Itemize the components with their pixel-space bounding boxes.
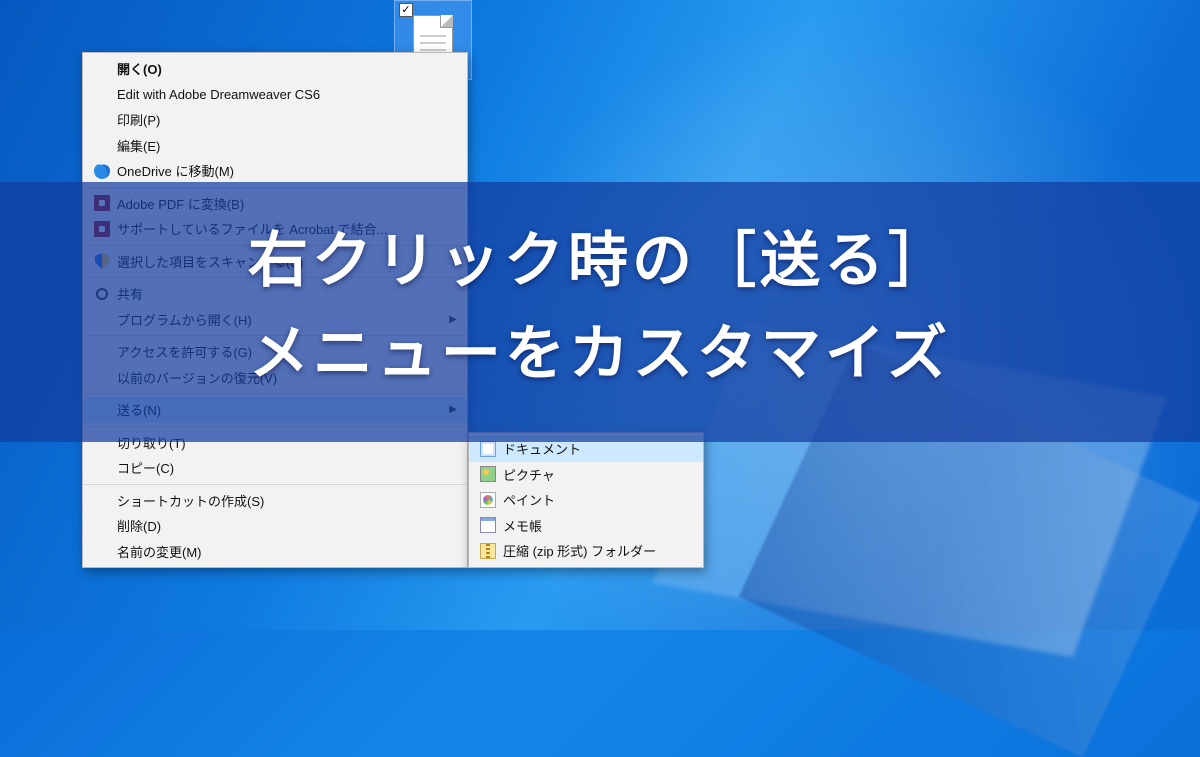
menu-item-label: コピー(C)	[117, 458, 457, 477]
menu-item-label: 印刷(P)	[117, 110, 457, 129]
sendto-item[interactable]: メモ帳	[469, 513, 703, 539]
menu-item[interactable]: 編集(E)	[83, 133, 467, 159]
sendto-item[interactable]: ピクチャ	[469, 462, 703, 488]
menu-item[interactable]: 名前の変更(M)	[83, 539, 467, 565]
selection-checkbox-icon: ✓	[399, 3, 413, 17]
sendto-item-label: メモ帳	[503, 516, 693, 535]
menu-item[interactable]: OneDrive に移動(M)	[83, 158, 467, 184]
overlay-line1: 右クリック時の［送る］	[248, 214, 952, 307]
menu-item-label: OneDrive に移動(M)	[117, 161, 457, 180]
title-overlay: 右クリック時の［送る］ メニューをカスタマイズ	[0, 182, 1200, 442]
menu-item-label: ショートカットの作成(S)	[117, 491, 457, 510]
sendto-item-label: ピクチャ	[503, 465, 693, 484]
sendto-item-label: ペイント	[503, 490, 693, 509]
sendto-item[interactable]: 圧縮 (zip 形式) フォルダー	[469, 538, 703, 564]
overlay-line2: メニューをカスタマイズ	[249, 307, 951, 400]
menu-item[interactable]: 印刷(P)	[83, 107, 467, 133]
menu-item[interactable]: ショートカットの作成(S)	[83, 488, 467, 514]
onedrive-icon	[94, 163, 110, 179]
menu-item-label: 編集(E)	[117, 136, 457, 155]
menu-item[interactable]: 削除(D)	[83, 513, 467, 539]
pic-icon	[480, 466, 496, 482]
menu-item[interactable]: Edit with Adobe Dreamweaver CS6	[83, 82, 467, 108]
paint-icon	[480, 492, 496, 508]
sendto-item[interactable]: ペイント	[469, 487, 703, 513]
menu-item-label: 開く(O)	[117, 59, 457, 78]
doc-icon	[480, 441, 496, 457]
sendto-item-label: ドキュメント	[503, 439, 693, 458]
menu-item[interactable]: 開く(O)	[83, 56, 467, 82]
menu-item-label: 名前の変更(M)	[117, 542, 457, 561]
menu-item-label: 削除(D)	[117, 516, 457, 535]
menu-item-label: Edit with Adobe Dreamweaver CS6	[117, 87, 457, 102]
menu-item[interactable]: コピー(C)	[83, 455, 467, 481]
note-icon	[480, 517, 496, 533]
menu-separator	[84, 484, 466, 485]
zip-icon	[480, 543, 496, 559]
sendto-submenu[interactable]: ドキュメントピクチャペイントメモ帳圧縮 (zip 形式) フォルダー	[468, 432, 704, 568]
sendto-item-label: 圧縮 (zip 形式) フォルダー	[503, 541, 693, 560]
